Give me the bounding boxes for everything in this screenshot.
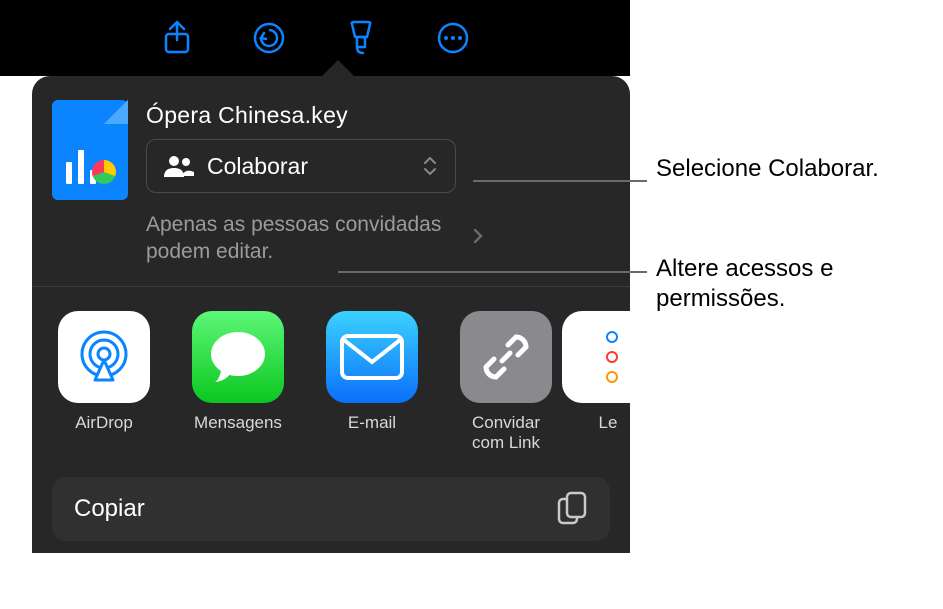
share-app-reminders-partial[interactable]: Le (588, 311, 628, 455)
collaborate-dropdown[interactable]: Colaborar (146, 139, 456, 193)
copy-action[interactable]: Copiar (52, 477, 610, 541)
airdrop-icon (58, 311, 150, 403)
share-icon (162, 20, 192, 56)
people-icon (163, 154, 195, 178)
document-icon (52, 100, 128, 200)
permissions-text: Apenas as pessoas convidadas podem edita… (146, 211, 466, 266)
messages-icon (192, 311, 284, 403)
app-label: Convidar com Link (454, 413, 558, 455)
undo-icon (252, 21, 286, 55)
share-app-invite-link[interactable]: Convidar com Link (454, 311, 558, 455)
popover-arrow (318, 60, 358, 80)
more-icon (436, 21, 470, 55)
share-button[interactable] (157, 18, 197, 58)
file-name: Ópera Chinesa.key (146, 102, 610, 129)
copy-icon (556, 491, 588, 527)
chevron-right-icon (472, 227, 484, 250)
copy-label: Copiar (74, 495, 145, 523)
dropdown-label: Colaborar (207, 153, 421, 180)
undo-button[interactable] (249, 18, 289, 58)
format-brush-button[interactable] (341, 18, 381, 58)
app-label: Le (599, 413, 618, 455)
link-icon (460, 311, 552, 403)
mail-icon (326, 311, 418, 403)
share-app-airdrop[interactable]: AirDrop (52, 311, 156, 455)
share-app-mail[interactable]: E-mail (320, 311, 424, 455)
app-label: Mensagens (194, 413, 282, 455)
brush-icon (345, 20, 377, 56)
share-popover: Ópera Chinesa.key Colaborar (32, 76, 630, 553)
annotation-leader-line (338, 271, 647, 273)
annotation-text: Selecione Colaborar. (656, 154, 879, 184)
annotation-text: Altere acessos e permissões. (656, 254, 916, 314)
share-app-messages[interactable]: Mensagens (186, 311, 290, 455)
app-label: AirDrop (75, 413, 133, 455)
app-label: E-mail (348, 413, 396, 455)
reminders-icon (562, 311, 630, 403)
more-button[interactable] (433, 18, 473, 58)
share-apps-row: AirDrop Mensagens (32, 287, 630, 461)
permissions-row[interactable]: Apenas as pessoas convidadas podem edita… (146, 211, 610, 266)
toolbar (0, 0, 630, 76)
annotation-leader-line (473, 180, 647, 182)
chevron-updown-icon (421, 153, 439, 179)
